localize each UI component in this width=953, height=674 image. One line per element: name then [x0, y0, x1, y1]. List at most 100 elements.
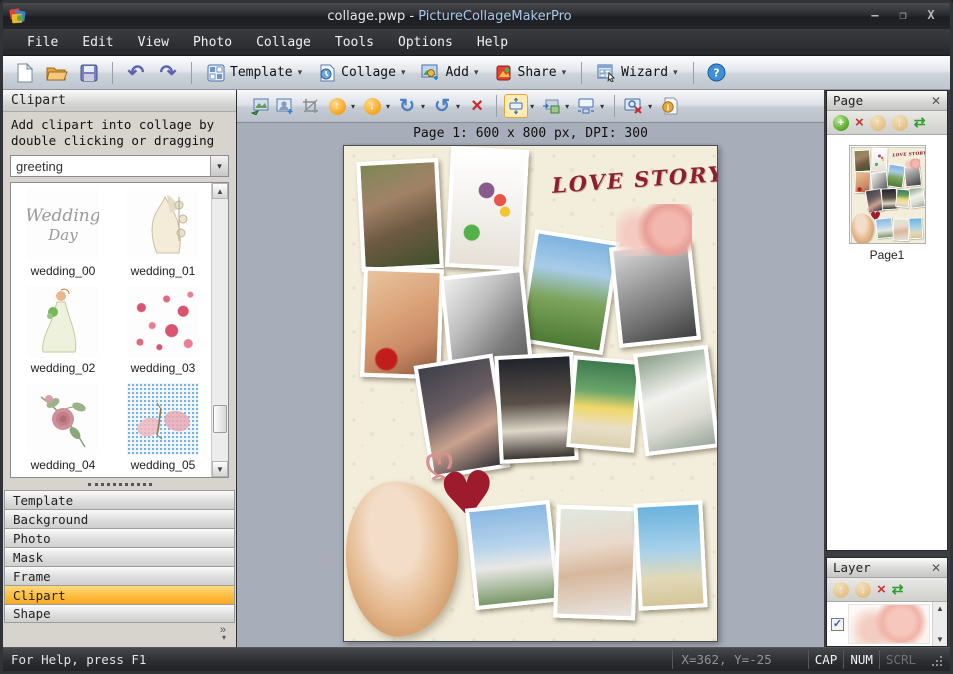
- close-button[interactable]: X: [922, 9, 940, 23]
- chevron-down-icon[interactable]: ▾: [351, 102, 355, 111]
- help-icon: ?: [707, 63, 726, 82]
- photo-beach-jump[interactable]: [566, 355, 642, 453]
- accordion-background[interactable]: Background: [4, 509, 235, 528]
- scroll-up-icon[interactable]: ▲: [936, 604, 944, 613]
- resize-button[interactable]: [574, 94, 598, 118]
- delete-object-button[interactable]: ×: [465, 94, 489, 118]
- menu-view[interactable]: View: [128, 32, 179, 53]
- chevron-down-icon[interactable]: ▾: [386, 102, 390, 111]
- maximize-button[interactable]: ❐: [894, 9, 912, 23]
- collage-page[interactable]: ღ♥LOVE STORY: [851, 147, 925, 244]
- scroll-down-icon[interactable]: ▼: [212, 461, 228, 477]
- clipart-item-wedding-01[interactable]: wedding_01: [117, 189, 209, 278]
- help-button[interactable]: ?: [703, 60, 731, 86]
- collage-button[interactable]: Collage ▾: [312, 60, 411, 86]
- menu-help[interactable]: Help: [467, 32, 518, 53]
- layer-scrollbar[interactable]: ▲ ▼: [932, 602, 947, 646]
- move-layer-up-button[interactable]: ↑: [833, 582, 849, 598]
- menu-options[interactable]: Options: [388, 32, 463, 53]
- photo-shopping-couple[interactable]: [445, 146, 529, 271]
- swap-photo-button[interactable]: [247, 94, 271, 118]
- panel-splitter[interactable]: [3, 478, 236, 490]
- accordion-overflow-button[interactable]: »▾: [3, 623, 236, 645]
- accordion-shape[interactable]: Shape: [4, 604, 235, 623]
- clipart-item-wedding-05[interactable]: wedding_05: [117, 383, 209, 472]
- crop-button[interactable]: [299, 94, 323, 118]
- add-photo-button[interactable]: [273, 94, 297, 118]
- accordion-frame[interactable]: Frame: [4, 566, 235, 585]
- photo-kissing-couple[interactable]: [356, 158, 444, 272]
- bring-forward-button[interactable]: ↑: [325, 94, 349, 118]
- scroll-down-icon[interactable]: ▼: [936, 635, 944, 644]
- photo-wedding-kiss-sky[interactable]: [465, 500, 560, 610]
- redo-button[interactable]: ↷: [154, 60, 182, 86]
- accordion-mask[interactable]: Mask: [4, 547, 235, 566]
- menu-edit[interactable]: Edit: [72, 32, 123, 53]
- chevron-down-icon[interactable]: ▾: [565, 102, 569, 111]
- accordion-template[interactable]: Template: [4, 490, 235, 509]
- move-page-up-button[interactable]: ↑: [870, 115, 886, 131]
- resize-grip[interactable]: [930, 654, 942, 666]
- align-button[interactable]: [539, 94, 563, 118]
- delete-layer-button[interactable]: ×: [877, 581, 886, 598]
- new-button[interactable]: [11, 60, 39, 86]
- accordion-photo[interactable]: Photo: [4, 528, 235, 547]
- menu-photo[interactable]: Photo: [183, 32, 242, 53]
- clipart-item-wedding-00[interactable]: Wedding Day wedding_00: [17, 189, 109, 278]
- scroll-up-icon[interactable]: ▲: [212, 183, 228, 199]
- svg-text:i: i: [666, 103, 669, 112]
- preview-button[interactable]: [622, 94, 646, 118]
- scrollbar-track[interactable]: [212, 199, 228, 461]
- page-thumbnail[interactable]: ღ♥LOVE STORY: [849, 145, 926, 244]
- send-backward-button[interactable]: ↓: [360, 94, 384, 118]
- undo-button[interactable]: ↶: [122, 60, 150, 86]
- collage-page[interactable]: ღ♥LOVE STORY: [343, 145, 718, 642]
- share-button[interactable]: Share ▾: [489, 60, 573, 86]
- chevron-down-icon[interactable]: ▾: [648, 102, 652, 111]
- menu-file[interactable]: File: [17, 32, 68, 53]
- refresh-layers-button[interactable]: ⇄: [892, 581, 904, 598]
- clipart-item-wedding-03[interactable]: wedding_03: [117, 286, 209, 375]
- layer-row[interactable]: ✓: [827, 602, 932, 646]
- photo-beach-walk-couple[interactable]: [633, 500, 708, 610]
- distribute-button[interactable]: [504, 94, 528, 118]
- minimize-button[interactable]: –: [866, 9, 884, 23]
- photo-bride-veil-smile[interactable]: [553, 505, 639, 621]
- close-icon[interactable]: ✕: [931, 561, 941, 575]
- dropdown-arrow-icon[interactable]: ▾: [210, 156, 228, 176]
- clipart-thumb-wedding-05: [127, 383, 199, 455]
- page-panel-title: Page: [833, 93, 931, 108]
- chevron-down-icon[interactable]: ▾: [530, 102, 534, 111]
- page-panel-header: Page ✕: [827, 91, 947, 111]
- chevron-down-icon[interactable]: ▾: [456, 102, 460, 111]
- add-button[interactable]: Add ▾: [415, 60, 484, 86]
- chevron-down-icon[interactable]: ▾: [600, 102, 604, 111]
- clipart-scrollbar[interactable]: ▲ ▼: [211, 183, 228, 477]
- menu-collage[interactable]: Collage: [246, 32, 321, 53]
- refresh-pages-button[interactable]: ⇄: [914, 114, 926, 131]
- clipart-category-dropdown[interactable]: greeting ▾: [10, 155, 229, 177]
- layer-visibility-checkbox[interactable]: ✓: [831, 618, 844, 631]
- accordion-clipart[interactable]: Clipart: [4, 585, 235, 604]
- wizard-button[interactable]: Wizard ▾: [591, 60, 684, 86]
- close-icon[interactable]: ✕: [931, 94, 941, 108]
- add-page-button[interactable]: +: [833, 115, 849, 131]
- rotate-cw-button[interactable]: ↻: [395, 94, 419, 118]
- move-page-down-button[interactable]: ↓: [892, 115, 908, 131]
- scrollbar-thumb[interactable]: [213, 405, 227, 433]
- clipart-item-wedding-02[interactable]: wedding_02: [17, 286, 109, 375]
- chevron-down-icon[interactable]: ▾: [421, 102, 425, 111]
- photo-bride-arch[interactable]: [633, 345, 718, 456]
- clipart-item-wedding-04[interactable]: wedding_04: [17, 383, 109, 472]
- open-button[interactable]: [43, 60, 71, 86]
- rose-clipart[interactable]: [616, 204, 692, 256]
- save-button[interactable]: [75, 60, 103, 86]
- menu-tools[interactable]: Tools: [325, 32, 384, 53]
- love-story-text[interactable]: LOVE STORY: [551, 163, 693, 203]
- properties-button[interactable]: i: [657, 94, 681, 118]
- move-layer-down-button[interactable]: ↓: [855, 582, 871, 598]
- photo-couple-garden[interactable]: [518, 229, 621, 355]
- delete-page-button[interactable]: ×: [855, 114, 864, 131]
- template-button[interactable]: Template ▾: [201, 60, 308, 86]
- rotate-ccw-button[interactable]: ↺: [430, 94, 454, 118]
